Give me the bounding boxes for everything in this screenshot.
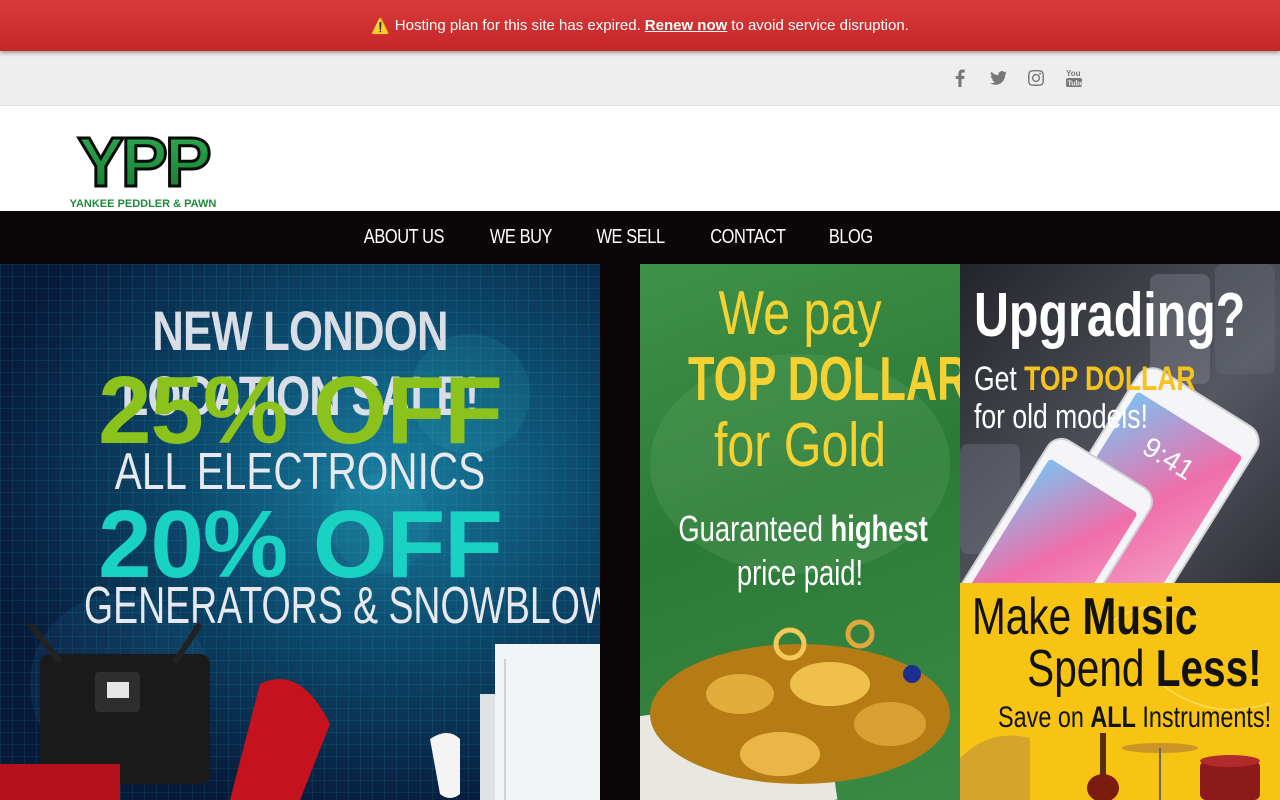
- gold-we-pay: We pay: [718, 279, 882, 348]
- gold-for-gold: for Gold: [713, 411, 887, 480]
- music-spend-less: Spend Less!: [1027, 640, 1262, 698]
- phone-upgrade-banner[interactable]: 9:41 Upgrading? Get TOP DOLLAR for old m…: [960, 264, 1280, 583]
- nav-blog[interactable]: BLOG: [816, 211, 885, 264]
- nav-contact[interactable]: CONTACT: [698, 211, 798, 264]
- svg-text:YANKEE PEDDLER & PAWN: YANKEE PEDDLER & PAWN: [70, 198, 217, 210]
- svg-text:You: You: [1066, 69, 1081, 78]
- electronics-sale-banner[interactable]: NEW LONDON LOCATION SALE! 25% OFF ALL EL…: [0, 264, 600, 800]
- alert-text: Hosting plan for this site has expired.: [394, 17, 641, 34]
- renew-now-link[interactable]: Renew now: [645, 17, 728, 34]
- ypp-logo[interactable]: YPP YANKEE PEDDLER & PAWN: [56, 122, 230, 211]
- music-make-music: Make Music: [972, 588, 1198, 646]
- gold-banner[interactable]: We pay TOP DOLLAR for Gold Guaranteed hi…: [640, 264, 960, 800]
- gold-price-paid: price paid!: [736, 552, 864, 593]
- alert-text-after: to avoid service disruption.: [731, 17, 909, 34]
- warning-icon: ⚠️: [371, 17, 390, 35]
- gold-top-dollar: TOP DOLLAR: [688, 345, 960, 414]
- nav-about-us[interactable]: ABOUT US: [352, 211, 457, 264]
- gold-guaranteed: Guaranteed highest: [678, 508, 928, 549]
- hosting-expired-alert: ⚠️ Hosting plan for this site has expire…: [0, 0, 1280, 51]
- social-bar: You Tube: [0, 51, 1280, 106]
- facebook-icon[interactable]: [950, 67, 970, 89]
- main-nav: ABOUT US WE BUY WE SELL CONTACT BLOG: [0, 211, 1280, 264]
- music-banner[interactable]: Make Music Spend Less! Save on ALL Instr…: [960, 583, 1280, 800]
- upgrade-old-models: for old models!: [974, 398, 1148, 436]
- svg-text:Tube: Tube: [1068, 81, 1083, 88]
- sale-generators-label: GENERATORS & SNOWBLOWERS: [83, 577, 600, 635]
- nav-we-sell[interactable]: WE SELL: [584, 211, 677, 264]
- music-save-all: Save on ALL Instruments!: [998, 701, 1272, 734]
- twitter-icon[interactable]: [988, 67, 1008, 89]
- youtube-icon[interactable]: You Tube: [1064, 67, 1084, 89]
- instagram-icon[interactable]: [1026, 67, 1046, 89]
- banner-gap: [600, 264, 640, 800]
- svg-text:YPP: YPP: [77, 130, 209, 201]
- nav-we-buy[interactable]: WE BUY: [477, 211, 564, 264]
- upgrade-headline: Upgrading?: [974, 281, 1246, 350]
- upgrade-top-dollar: Get TOP DOLLAR: [974, 360, 1196, 398]
- site-header: YPP YANKEE PEDDLER & PAWN: [0, 106, 1280, 211]
